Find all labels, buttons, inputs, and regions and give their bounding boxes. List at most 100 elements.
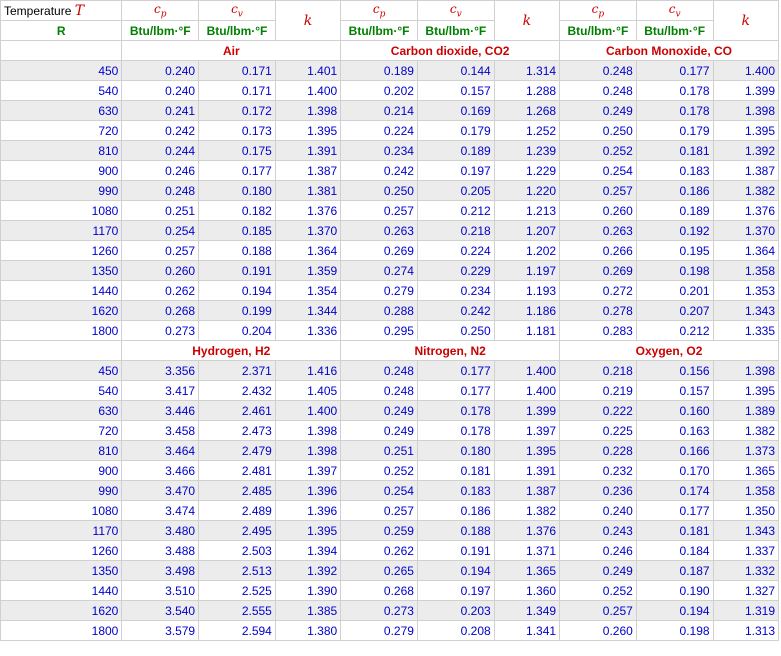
value-cell: 1.354: [274, 280, 342, 301]
value-cell: 1.381: [274, 180, 342, 201]
value-cell: 0.222: [559, 400, 637, 421]
value-cell: 1.341: [493, 620, 561, 641]
value-cell: 1.376: [493, 520, 561, 541]
value-cell: 0.248: [559, 60, 637, 81]
value-cell: 0.197: [416, 160, 495, 181]
value-cell: 1.207: [493, 220, 561, 241]
value-cell: 0.163: [635, 420, 714, 441]
value-cell: 1.364: [712, 240, 780, 261]
value-cell: 0.201: [635, 280, 714, 301]
temperature-cell: 540: [0, 380, 123, 401]
value-cell: 0.279: [340, 620, 418, 641]
value-cell: 1.364: [274, 240, 342, 261]
temperature-cell: 1350: [0, 560, 123, 581]
value-cell: 0.177: [635, 60, 714, 81]
value-cell: 0.186: [416, 500, 495, 521]
value-cell: 1.382: [712, 420, 780, 441]
temperature-cell: 1440: [0, 580, 123, 601]
value-cell: 1.400: [712, 60, 780, 81]
value-cell: 1.314: [493, 60, 561, 81]
value-cell: 1.385: [274, 600, 342, 621]
value-cell: 3.466: [121, 460, 200, 481]
value-cell: 0.194: [416, 560, 495, 581]
value-cell: 1.193: [493, 280, 561, 301]
value-cell: 0.269: [559, 260, 637, 281]
value-cell: 3.480: [121, 520, 200, 541]
value-cell: 1.371: [493, 540, 561, 561]
value-cell: 0.171: [198, 60, 276, 81]
value-cell: 0.177: [198, 160, 276, 181]
value-cell: 0.179: [416, 120, 495, 141]
k-header: k: [493, 0, 561, 41]
value-cell: 0.249: [559, 100, 637, 121]
value-cell: 0.254: [340, 480, 418, 501]
value-cell: 0.171: [198, 80, 276, 101]
temperature-cell: 990: [0, 480, 123, 501]
value-cell: 0.181: [635, 140, 714, 161]
value-cell: 0.190: [635, 580, 714, 601]
value-cell: 1.181: [493, 320, 561, 341]
value-cell: 1.313: [712, 620, 780, 641]
value-cell: 1.376: [274, 200, 342, 221]
gas-name: Hydrogen, H2: [121, 340, 342, 361]
table-row: 1080 0.251 0.182 1.376 0.257 0.212 1.213 0.260 0…: [0, 200, 780, 221]
value-cell: 0.170: [635, 460, 714, 481]
value-cell: 1.252: [493, 120, 561, 141]
value-cell: 0.259: [340, 520, 418, 541]
value-cell: 0.204: [198, 320, 276, 341]
cv-unit: Btu/lbm·°F: [198, 20, 276, 41]
temperature-cell: 1170: [0, 520, 123, 541]
value-cell: 1.397: [274, 460, 342, 481]
value-cell: 1.288: [493, 80, 561, 101]
value-cell: 0.197: [416, 580, 495, 601]
value-cell: 1.365: [493, 560, 561, 581]
temperature-cell: 1800: [0, 320, 123, 341]
value-cell: 1.360: [493, 580, 561, 601]
value-cell: 0.268: [121, 300, 200, 321]
value-cell: 0.234: [340, 140, 418, 161]
value-cell: 0.175: [198, 140, 276, 161]
value-cell: 2.479: [198, 440, 276, 461]
value-cell: 1.382: [493, 500, 561, 521]
value-cell: 2.432: [198, 380, 276, 401]
value-cell: 0.192: [635, 220, 714, 241]
value-cell: 0.236: [559, 480, 637, 501]
value-cell: 1.353: [712, 280, 780, 301]
value-cell: 0.198: [635, 620, 714, 641]
temperature-cell: 1620: [0, 300, 123, 321]
value-cell: 1.387: [274, 160, 342, 181]
value-cell: 2.513: [198, 560, 276, 581]
value-cell: 1.405: [274, 380, 342, 401]
value-cell: 0.189: [416, 140, 495, 161]
temperature-cell: 1620: [0, 600, 123, 621]
value-cell: 1.186: [493, 300, 561, 321]
value-cell: 0.263: [559, 220, 637, 241]
value-cell: 0.263: [340, 220, 418, 241]
cp-unit: Btu/lbm·°F: [340, 20, 418, 41]
table-row: 1800 0.273 0.204 1.336 0.295 0.250 1.181 0.283 0…: [0, 320, 780, 341]
value-cell: 0.232: [559, 460, 637, 481]
value-cell: 0.248: [559, 80, 637, 101]
temperature-cell: 450: [0, 60, 123, 81]
temperature-cell: 1170: [0, 220, 123, 241]
value-cell: 0.160: [635, 400, 714, 421]
value-cell: 1.202: [493, 240, 561, 261]
value-cell: 1.376: [712, 200, 780, 221]
value-cell: 0.295: [340, 320, 418, 341]
value-cell: 0.249: [340, 420, 418, 441]
temperature-unit: R: [0, 20, 123, 41]
temperature-cell: 1080: [0, 500, 123, 521]
value-cell: 1.213: [493, 200, 561, 221]
value-cell: 0.248: [340, 380, 418, 401]
temperature-cell: 450: [0, 360, 123, 381]
value-cell: 0.205: [416, 180, 495, 201]
value-cell: 0.169: [416, 100, 495, 121]
value-cell: 0.262: [340, 540, 418, 561]
value-cell: 0.157: [416, 80, 495, 101]
value-cell: 0.173: [198, 120, 276, 141]
value-cell: 2.481: [198, 460, 276, 481]
temperature-cell: 720: [0, 420, 123, 441]
value-cell: 3.458: [121, 420, 200, 441]
value-cell: 0.208: [416, 620, 495, 641]
table-row: 1080 3.474 2.489 1.396 0.257 0.186 1.382 0.240 0…: [0, 500, 780, 521]
